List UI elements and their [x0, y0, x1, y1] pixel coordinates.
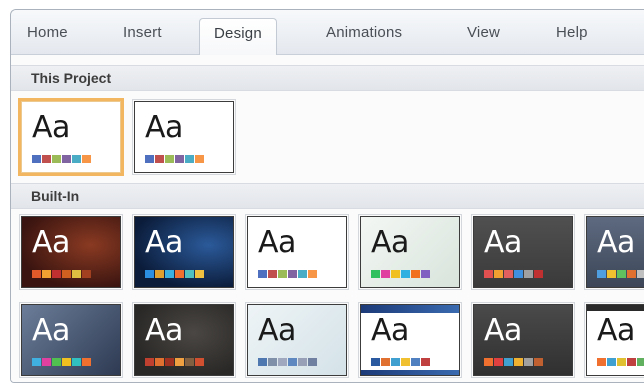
color-swatches — [258, 270, 318, 278]
color-swatches — [32, 155, 92, 163]
tab-insert[interactable]: Insert — [123, 24, 162, 41]
color-swatches — [32, 358, 92, 366]
design-ribbon-window: Home Insert Design Animations View Help … — [10, 9, 644, 383]
theme-thumb-builtin-4[interactable]: Aa — [358, 214, 462, 290]
tab-animations[interactable]: Animations — [326, 24, 402, 41]
theme-thumb-builtin-12[interactable]: Aa — [584, 302, 644, 378]
color-swatches — [145, 155, 205, 163]
theme-sample-text: Aa — [258, 313, 296, 348]
theme-sample-text: Aa — [597, 225, 635, 260]
section-label-built-in: Built-In — [31, 188, 80, 204]
theme-thumb-builtin-7[interactable]: Aa — [19, 302, 123, 378]
color-swatches — [371, 270, 431, 278]
theme-thumb-builtin-5[interactable]: Aa — [471, 214, 575, 290]
theme-sample-text: Aa — [597, 313, 635, 348]
theme-sample-text: Aa — [32, 110, 70, 145]
theme-thumb-builtin-2[interactable]: Aa — [132, 214, 236, 290]
theme-thumb-builtin-1[interactable]: Aa — [19, 214, 123, 290]
theme-sample-text: Aa — [371, 313, 409, 348]
section-label-this-project: This Project — [31, 70, 112, 86]
theme-thumb-project-1[interactable]: Aa — [18, 98, 124, 176]
tab-view[interactable]: View — [467, 24, 500, 41]
tab-help[interactable]: Help — [556, 24, 588, 41]
color-swatches — [597, 358, 644, 366]
theme-sample-text: Aa — [32, 225, 70, 260]
theme-thumb-builtin-9[interactable]: Aa — [245, 302, 349, 378]
tab-home[interactable]: Home — [27, 24, 68, 41]
color-swatches — [484, 270, 544, 278]
theme-sample-text: Aa — [145, 110, 183, 145]
theme-gallery: This Project Aa Aa Built-In Aa Aa Aa Aa … — [11, 55, 644, 382]
color-swatches — [145, 270, 205, 278]
color-swatches — [32, 270, 92, 278]
section-built-in: Built-In — [11, 183, 644, 209]
theme-sample-text: Aa — [258, 225, 296, 260]
theme-thumb-builtin-11[interactable]: Aa — [471, 302, 575, 378]
ribbon-tab-bar: Home Insert Design Animations View Help — [11, 10, 644, 56]
color-swatches — [484, 358, 544, 366]
color-swatches — [597, 270, 644, 278]
theme-sample-text: Aa — [32, 313, 70, 348]
section-this-project: This Project — [11, 65, 644, 91]
theme-sample-text: Aa — [145, 313, 183, 348]
theme-thumb-builtin-8[interactable]: Aa — [132, 302, 236, 378]
theme-thumb-builtin-10[interactable]: Aa — [358, 302, 462, 378]
theme-thumb-builtin-3[interactable]: Aa — [245, 214, 349, 290]
theme-header-band — [587, 305, 644, 311]
color-swatches — [371, 358, 431, 366]
theme-footer-band — [361, 370, 459, 375]
theme-thumb-project-2[interactable]: Aa — [132, 99, 236, 175]
theme-header-band — [361, 305, 459, 313]
tab-design[interactable]: Design — [199, 18, 277, 56]
color-swatches — [258, 358, 318, 366]
theme-sample-text: Aa — [484, 313, 522, 348]
theme-thumb-builtin-6[interactable]: Aa — [584, 214, 644, 290]
theme-sample-text: Aa — [484, 225, 522, 260]
theme-sample-text: Aa — [371, 225, 409, 260]
theme-sample-text: Aa — [145, 225, 183, 260]
color-swatches — [145, 358, 205, 366]
